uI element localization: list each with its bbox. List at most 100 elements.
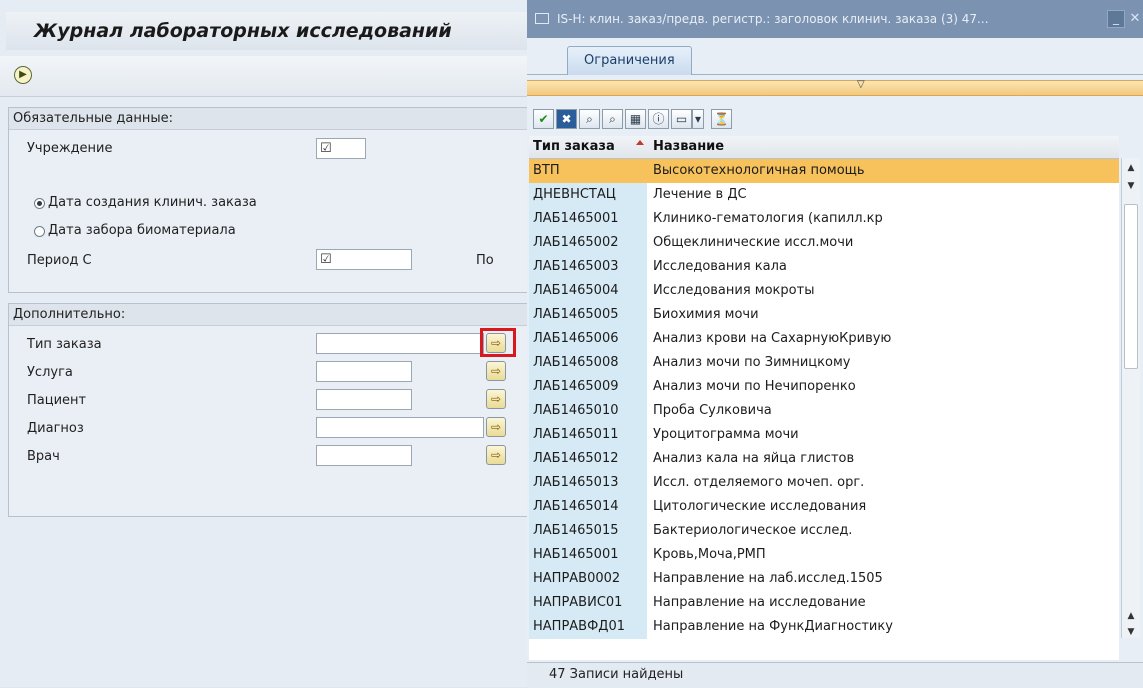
close-icon[interactable]: ✕ bbox=[1127, 10, 1143, 28]
column-header-name[interactable]: Название bbox=[653, 136, 724, 158]
cell-order-type: ЛАБ1465015 bbox=[529, 519, 647, 543]
table-row[interactable]: ЛАБ1465006 Анализ крови на СахарнуюКривую bbox=[529, 327, 1119, 351]
diagnosis-field[interactable] bbox=[316, 417, 484, 438]
cell-order-type: ЛАБ1465011 bbox=[529, 423, 647, 447]
doctor-field[interactable] bbox=[316, 445, 412, 466]
doctor-multiselect-button[interactable]: ⇨ bbox=[486, 445, 506, 465]
cell-name: Цитологические исследования bbox=[653, 499, 867, 514]
filter-icon[interactable]: ⏳ bbox=[711, 109, 732, 129]
table-row[interactable]: НАБ1465001 Кровь,Моча,РМП bbox=[529, 543, 1119, 567]
cell-order-type: ЛАБ1465006 bbox=[529, 327, 647, 351]
required-checkbox-icon: ☑ bbox=[320, 252, 332, 267]
table-row[interactable]: ЛАБ1465009 Анализ мочи по Нечипоренко bbox=[529, 375, 1119, 399]
table-row[interactable]: ДНЕВНСТАЦ Лечение в ДС bbox=[529, 183, 1119, 207]
diagnosis-multiselect-button[interactable]: ⇨ bbox=[486, 417, 506, 437]
table-row[interactable]: ЛАБ1465014 Цитологические исследования bbox=[529, 495, 1119, 519]
order-type-label: Тип заказа bbox=[27, 337, 102, 352]
table-row[interactable]: ВТП Высокотехнологичная помощь bbox=[529, 159, 1119, 183]
column-header-order-type[interactable]: Тип заказа bbox=[533, 136, 615, 158]
cell-name: Анализ кала на яйца глистов bbox=[653, 451, 855, 466]
table-row[interactable]: ЛАБ1465005 Биохимия мочи bbox=[529, 303, 1119, 327]
period-from-label: Период С bbox=[27, 253, 92, 268]
table-row[interactable]: НАПРАВФД01 Направление на ФункДиагностику bbox=[529, 615, 1119, 639]
cell-order-type: НАБ1465001 bbox=[529, 543, 647, 567]
cell-name: Бактериологическое исслед. bbox=[653, 523, 853, 538]
find-next-icon[interactable]: ⌕ bbox=[602, 109, 623, 129]
table-row[interactable]: ЛАБ1465008 Анализ мочи по Зимницкому bbox=[529, 351, 1119, 375]
value-help-popup: IS-H: клин. заказ/предв. регистр.: загол… bbox=[527, 0, 1143, 688]
checkmark-icon[interactable]: ✔ bbox=[533, 109, 554, 129]
main-toolbar: ▶ bbox=[0, 56, 527, 97]
find-icon[interactable]: ⌕ bbox=[579, 109, 600, 129]
scroll-up-icon[interactable]: ▲ bbox=[1125, 610, 1137, 622]
grid-header: Тип заказа Название bbox=[529, 136, 1119, 159]
cell-order-type: ЛАБ1465009 bbox=[529, 375, 647, 399]
scroll-down-icon[interactable]: ▼ bbox=[1125, 180, 1137, 192]
table-row[interactable]: НАПРАВ0002 Направление на лаб.исслед.1505 bbox=[529, 567, 1119, 591]
cell-name: Биохимия мочи bbox=[653, 307, 759, 322]
scroll-thumb[interactable] bbox=[1124, 204, 1138, 369]
highlight-box bbox=[480, 328, 516, 357]
cell-order-type: ЛАБ1465008 bbox=[529, 351, 647, 375]
table-row[interactable]: ЛАБ1465001 Клинико-гематология (капилл.кр bbox=[529, 207, 1119, 231]
table-row[interactable]: ЛАБ1465015 Бактериологическое исслед. bbox=[529, 519, 1119, 543]
institution-label: Учреждение bbox=[27, 141, 113, 156]
print-icon[interactable]: ▭ bbox=[671, 109, 692, 129]
dropdown-icon[interactable]: ▾ bbox=[692, 109, 704, 129]
period-from-field[interactable]: ☑ bbox=[316, 249, 412, 270]
radio-collected-date-label: Дата забора биоматериала bbox=[48, 223, 236, 238]
cell-name: Анализ мочи по Зимницкому bbox=[653, 355, 851, 370]
radio-created-date-label: Дата создания клинич. заказа bbox=[48, 195, 257, 210]
info-icon[interactable]: ⓘ bbox=[648, 109, 669, 129]
result-grid: Тип заказа Название ВТП Высокотехнологичн… bbox=[529, 136, 1119, 660]
order-type-field[interactable] bbox=[316, 333, 484, 354]
radio-collected-date[interactable] bbox=[34, 226, 45, 237]
collapse-marker-icon: ▽ bbox=[857, 79, 865, 90]
patient-label: Пациент bbox=[27, 393, 87, 408]
cell-name: Исследования кала bbox=[653, 259, 787, 274]
tab-restrictions[interactable]: Ограничения bbox=[567, 46, 692, 75]
cell-order-type: ДНЕВНСТАЦ bbox=[529, 183, 647, 207]
cancel-icon[interactable]: ✖ bbox=[556, 109, 577, 129]
table-row[interactable]: ЛАБ1465011 Уроцитограмма мочи bbox=[529, 423, 1119, 447]
cell-name: Общеклинические иссл.мочи bbox=[653, 235, 854, 250]
patient-field[interactable] bbox=[316, 389, 412, 410]
page-title: Журнал лабораторных исследований bbox=[6, 12, 527, 50]
institution-field[interactable]: ☑ bbox=[316, 138, 366, 159]
grid-scrollbar[interactable]: ▲ ▼ ▲ ▼ bbox=[1121, 158, 1140, 638]
restrictions-toggle-bar[interactable]: ▽ bbox=[527, 79, 1143, 96]
cell-order-type: ЛАБ1465001 bbox=[529, 207, 647, 231]
required-checkbox-icon: ☑ bbox=[320, 141, 332, 156]
minimize-icon[interactable]: _ bbox=[1107, 10, 1125, 28]
sort-ascending-icon bbox=[636, 140, 644, 145]
table-row[interactable]: ЛАБ1465003 Исследования кала bbox=[529, 255, 1119, 279]
execute-icon[interactable]: ▶ bbox=[14, 66, 32, 84]
service-multiselect-button[interactable]: ⇨ bbox=[486, 361, 506, 381]
scroll-up-icon[interactable]: ▲ bbox=[1125, 162, 1137, 174]
scroll-down-icon[interactable]: ▼ bbox=[1125, 626, 1137, 638]
cell-name: Уроцитограмма мочи bbox=[653, 427, 799, 442]
cell-name: Направление на ФункДиагностику bbox=[653, 619, 893, 634]
additional-group: Дополнительно: Тип заказа ⇨ Услуга ⇨ Пац… bbox=[8, 303, 529, 517]
status-text: 47 Записи найдены bbox=[549, 667, 684, 682]
cell-name: Кровь,Моча,РМП bbox=[653, 547, 766, 562]
service-field[interactable] bbox=[316, 361, 412, 382]
table-row[interactable]: ЛАБ1465013 Иссл. отделяемого мочеп. орг. bbox=[529, 471, 1119, 495]
cell-order-type: ВТП bbox=[529, 159, 647, 183]
radio-created-date[interactable] bbox=[34, 198, 45, 209]
cell-name: Иссл. отделяемого мочеп. орг. bbox=[653, 475, 865, 490]
cell-name: Направление на лаб.исслед.1505 bbox=[653, 571, 883, 586]
table-row[interactable]: ЛАБ1465010 Проба Сулковича bbox=[529, 399, 1119, 423]
popup-titlebar: IS-H: клин. заказ/предв. регистр.: загол… bbox=[527, 0, 1143, 38]
cell-name: Проба Сулковича bbox=[653, 403, 772, 418]
required-data-header: Обязательные данные: bbox=[9, 108, 528, 130]
table-row[interactable]: ЛАБ1465004 Исследования мокроты bbox=[529, 279, 1119, 303]
patient-multiselect-button[interactable]: ⇨ bbox=[486, 389, 506, 409]
table-row[interactable]: ЛАБ1465002 Общеклинические иссл.мочи bbox=[529, 231, 1119, 255]
table-row[interactable]: ЛАБ1465012 Анализ кала на яйца глистов bbox=[529, 447, 1119, 471]
service-label: Услуга bbox=[27, 365, 73, 380]
cell-order-type: ЛАБ1465012 bbox=[529, 447, 647, 471]
settings-icon[interactable]: ▦ bbox=[625, 109, 646, 129]
cell-order-type: НАПРАВ0002 bbox=[529, 567, 647, 591]
table-row[interactable]: НАПРАВИС01 Направление на исследование bbox=[529, 591, 1119, 615]
